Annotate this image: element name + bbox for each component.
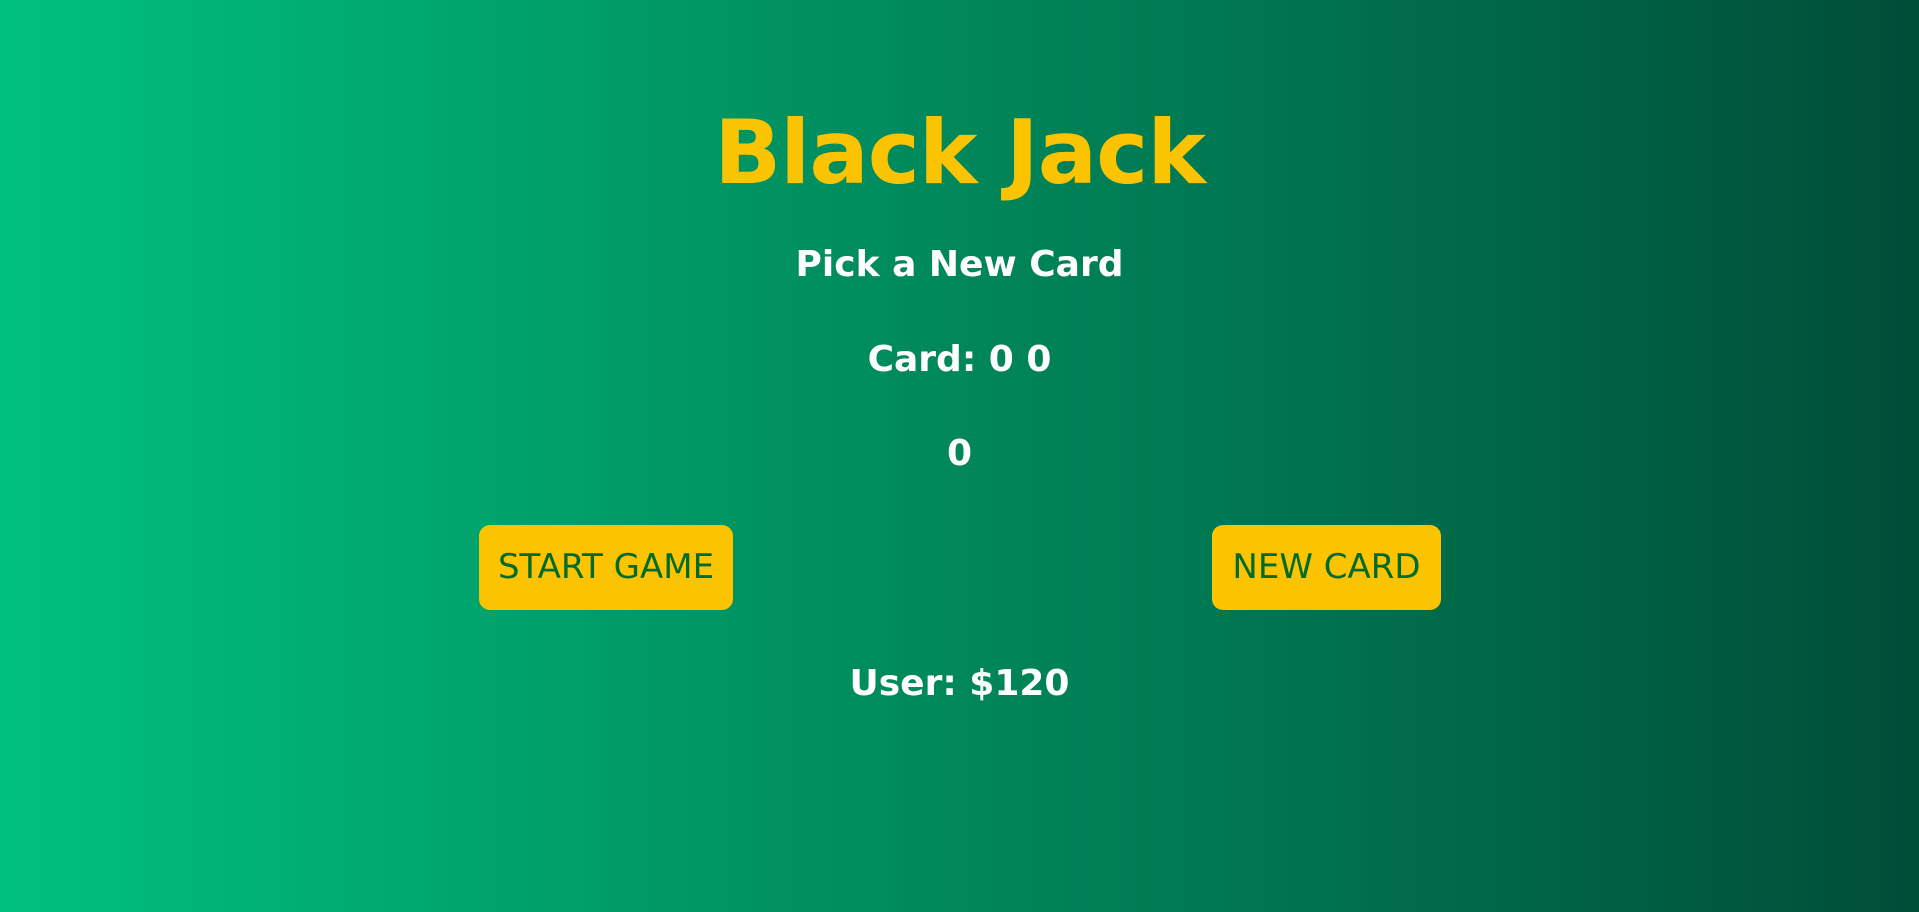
player-balance: User: $120	[849, 663, 1070, 704]
cards-display: Card: 0 0	[867, 339, 1052, 380]
game-title: Black Jack	[714, 101, 1206, 204]
start-game-button[interactable]: START GAME	[479, 525, 733, 610]
sum-display: 0	[946, 433, 973, 474]
new-card-button[interactable]: NEW CARD	[1212, 525, 1441, 610]
game-message: Pick a New Card	[795, 244, 1124, 285]
